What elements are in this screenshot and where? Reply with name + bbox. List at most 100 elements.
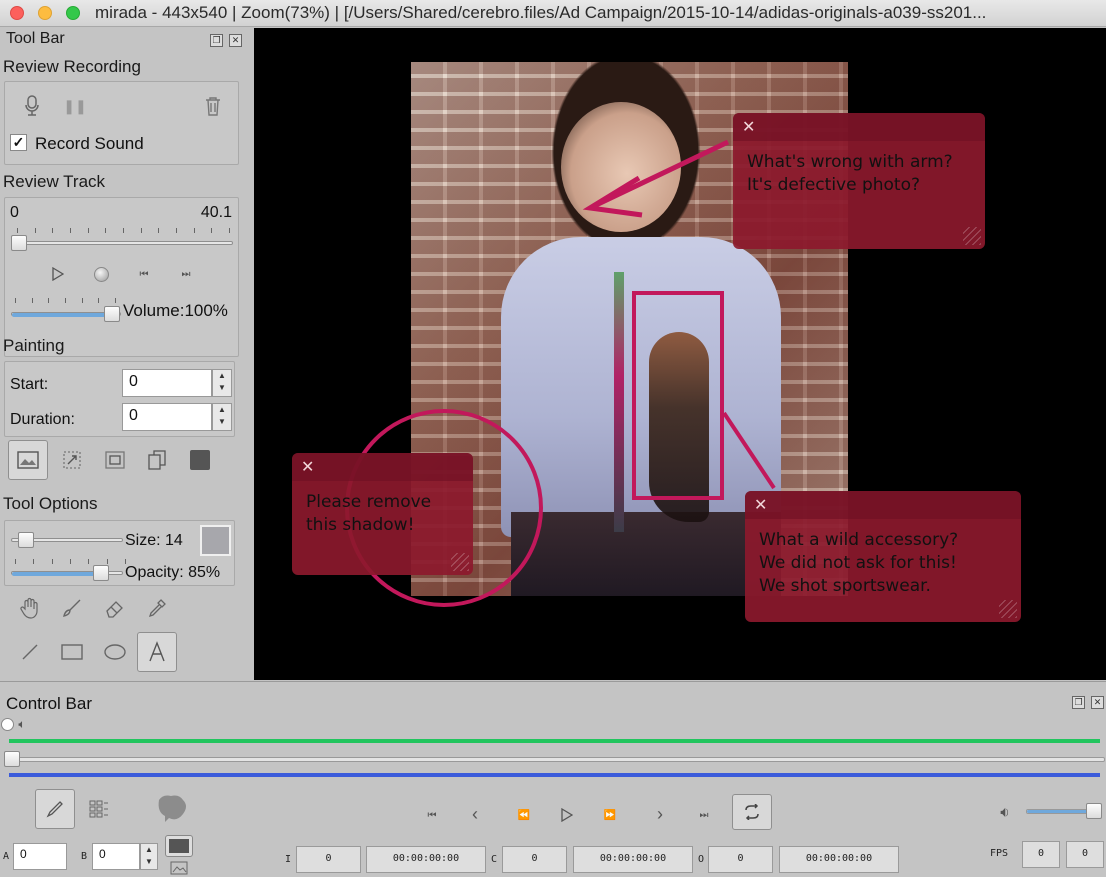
hand-tool-icon[interactable] — [10, 588, 50, 628]
track-slider-handle[interactable] — [11, 235, 27, 251]
rectangle-tool-icon[interactable] — [52, 632, 92, 672]
window-title: mirada - 443x540 | Zoom(73%) | [/Users/S… — [95, 3, 987, 22]
current-frame-field[interactable]: 0 — [502, 846, 567, 873]
line-tool-icon[interactable] — [10, 632, 50, 672]
out-timecode-field[interactable]: 00:00:00:00 — [779, 846, 899, 873]
record-icon[interactable] — [90, 264, 112, 284]
current-timecode-field[interactable]: 00:00:00:00 — [573, 846, 693, 873]
accessory-pointer-line — [722, 411, 776, 490]
fast-forward-icon[interactable]: ⏩ — [600, 806, 620, 824]
painting-duration-spinner[interactable]: ▲ ▼ — [212, 403, 232, 431]
paint-fit-mode-button[interactable] — [95, 440, 135, 480]
record-sound-label: Record Sound — [35, 134, 144, 153]
painting-fields-group: Start: 0 ▲ ▼ Duration: 0 ▲ ▼ — [4, 361, 235, 437]
loop-toggle-icon[interactable] — [732, 794, 772, 830]
play-icon[interactable] — [47, 264, 69, 284]
track-ticks — [17, 228, 230, 234]
timeline-scrub-handle[interactable] — [4, 751, 20, 767]
resize-grip-icon[interactable] — [999, 600, 1017, 618]
skip-forward-icon[interactable]: ⏭ — [175, 264, 197, 284]
slider-tick — [17, 228, 18, 233]
slider-tick — [48, 298, 50, 303]
slider-tick — [211, 228, 213, 233]
play-icon[interactable] — [557, 806, 577, 824]
b-value-input[interactable]: 0 — [92, 843, 140, 870]
review-track-group: 0 40.1 ⏮ ⏭ Volume:100% — [4, 197, 239, 357]
out-label: O — [698, 854, 705, 865]
ellipse-tool-icon[interactable] — [95, 632, 135, 672]
eyedropper-tool-icon[interactable] — [137, 588, 177, 628]
grid-layout-icon[interactable] — [86, 798, 112, 820]
text-tool-icon[interactable] — [137, 632, 177, 672]
previous-frame-icon[interactable]: ‹ — [465, 804, 485, 824]
go-to-start-icon[interactable]: ⏮ — [422, 806, 442, 824]
next-frame-icon[interactable]: › — [650, 804, 670, 824]
pause-icon[interactable]: ❚❚ — [63, 94, 87, 118]
painting-start-input[interactable]: 0 — [122, 369, 212, 397]
paint-color-swatch[interactable] — [180, 440, 220, 480]
note-accessory[interactable]: ✕ What a wild accessory? We did not ask … — [745, 491, 1021, 622]
microphone-icon[interactable] — [20, 94, 44, 118]
volume-slider-handle[interactable] — [104, 306, 120, 322]
review-recording-heading: Review Recording — [3, 57, 141, 76]
draw-mode-button[interactable] — [35, 789, 75, 829]
trash-icon[interactable] — [201, 94, 225, 118]
painting-start-spinner[interactable]: ▲ ▼ — [212, 369, 232, 397]
volume-slider-fill — [12, 313, 112, 317]
slider-tick — [123, 228, 124, 233]
brush-color-swatch[interactable] — [200, 525, 231, 556]
size-slider-handle[interactable] — [18, 532, 34, 548]
a-value-input[interactable]: 0 — [13, 843, 67, 870]
fps-actual-field[interactable]: 0 — [1066, 841, 1104, 868]
timeline-green-track[interactable] — [9, 739, 1100, 743]
in-frame-field[interactable]: 0 — [296, 846, 361, 873]
rewind-icon[interactable]: ⏪ — [514, 806, 534, 824]
note-arm[interactable]: ✕ What's wrong with arm? It's defective … — [733, 113, 985, 249]
float-panel-icon[interactable]: ❐ — [210, 34, 223, 47]
skip-back-icon[interactable]: ⏮ — [133, 264, 155, 284]
timeline-blue-track[interactable] — [9, 773, 1100, 777]
image-view-icon[interactable] — [169, 860, 189, 876]
go-to-end-icon[interactable]: ⏭ — [694, 806, 714, 824]
close-icon[interactable]: ✕ — [754, 495, 767, 514]
window-close-button[interactable] — [10, 6, 24, 20]
control-volume-handle[interactable] — [1086, 803, 1102, 819]
resize-grip-icon[interactable] — [451, 553, 469, 571]
image-viewer[interactable]: ✕ What's wrong with arm? It's defective … — [254, 28, 1106, 680]
in-timecode-field[interactable]: 00:00:00:00 — [366, 846, 486, 873]
fps-target-field[interactable]: 0 — [1022, 841, 1060, 868]
note-shadow[interactable]: ✕ Please remove this shadow! — [292, 453, 473, 575]
note-shadow-header: ✕ — [292, 453, 473, 481]
view-color-button[interactable] — [165, 835, 193, 857]
note-accessory-body: What a wild accessory? We did not ask fo… — [745, 519, 1021, 608]
float-panel-icon[interactable]: ❐ — [1072, 696, 1085, 709]
opacity-slider-handle[interactable] — [93, 565, 109, 581]
close-panel-icon[interactable]: ✕ — [1091, 696, 1104, 709]
close-icon[interactable]: ✕ — [301, 457, 314, 476]
close-panel-icon[interactable]: ✕ — [229, 34, 242, 47]
window-maximize-button[interactable] — [66, 6, 80, 20]
paint-copy-button[interactable] — [137, 440, 177, 480]
close-icon[interactable]: ✕ — [742, 117, 755, 136]
volume-speaker-icon[interactable]: 🔉︎ — [993, 802, 1017, 822]
slider-tick — [15, 559, 16, 564]
timeline-scrub-groove[interactable] — [9, 757, 1105, 762]
painting-heading: Painting — [3, 336, 65, 355]
paint-image-mode-button[interactable] — [8, 440, 48, 480]
speaker-icon[interactable]: 🔈︎ — [12, 716, 32, 732]
slider-tick — [193, 228, 195, 233]
note-arm-line1: What's wrong with arm? — [747, 152, 953, 172]
painting-duration-input[interactable]: 0 — [122, 403, 212, 431]
slider-tick — [158, 228, 160, 233]
control-bar-panel: Control Bar ❐ ✕ 🔈︎ A 0 B 0 ▲ ▼ ⏮ ‹ ⏪ ⏩ › … — [0, 681, 1106, 877]
brush-tool-icon[interactable] — [52, 588, 92, 628]
resize-grip-icon[interactable] — [963, 227, 981, 245]
paint-resize-mode-button[interactable] — [52, 440, 92, 480]
b-value-spinner[interactable]: ▲ ▼ — [140, 843, 158, 870]
eraser-tool-icon[interactable] — [95, 588, 135, 628]
window-minimize-button[interactable] — [38, 6, 52, 20]
out-frame-field[interactable]: 0 — [708, 846, 773, 873]
track-slider-groove[interactable] — [13, 241, 233, 245]
control-bar-title: Control Bar — [6, 694, 92, 713]
record-sound-checkbox[interactable]: ✓ — [10, 134, 27, 151]
